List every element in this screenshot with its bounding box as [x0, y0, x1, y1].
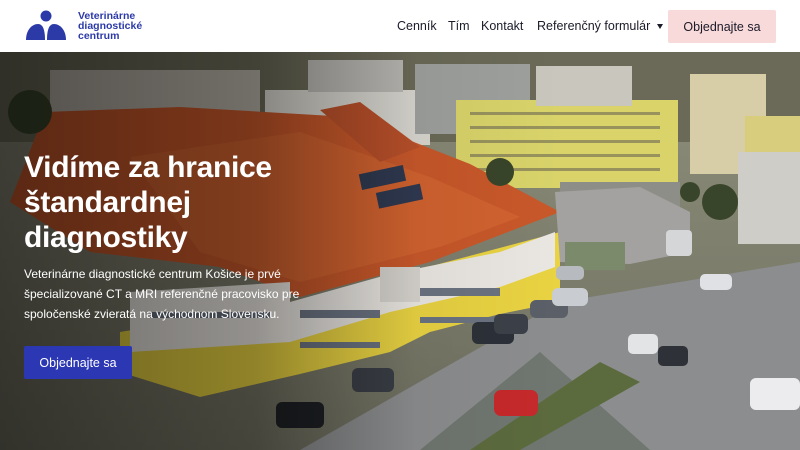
nav-dropdown-label: Referenčný formulár [537, 19, 651, 33]
header-order-button[interactable]: Objednajte sa [668, 10, 776, 43]
nav-link-tim[interactable]: Tím [448, 19, 470, 33]
hero-section: Vidíme za hranice štandardnej diagnostik… [0, 52, 800, 450]
nav-dropdown-referencny-formular[interactable]: Referenčný formulár [537, 19, 664, 33]
nav-link-kontakt[interactable]: Kontakt [481, 19, 523, 33]
logo-line-3: centrum [78, 30, 120, 42]
site-logo[interactable]: Veterinárne diagnostické centrum [24, 10, 158, 42]
logo-text: Veterinárne diagnostické centrum [78, 11, 158, 42]
hero-description: Veterinárne diagnostické centrum Košice … [24, 267, 300, 321]
hero-order-button[interactable]: Objednajte sa [24, 346, 132, 379]
hero-title: Vidíme za hranice štandardnej diagnostik… [24, 151, 272, 254]
paw-logo-icon [26, 10, 66, 40]
caret-down-icon [657, 23, 664, 29]
nav-link-cennik[interactable]: Cenník [397, 19, 437, 33]
site-header: Veterinárne diagnostické centrum Cenník … [0, 0, 800, 52]
